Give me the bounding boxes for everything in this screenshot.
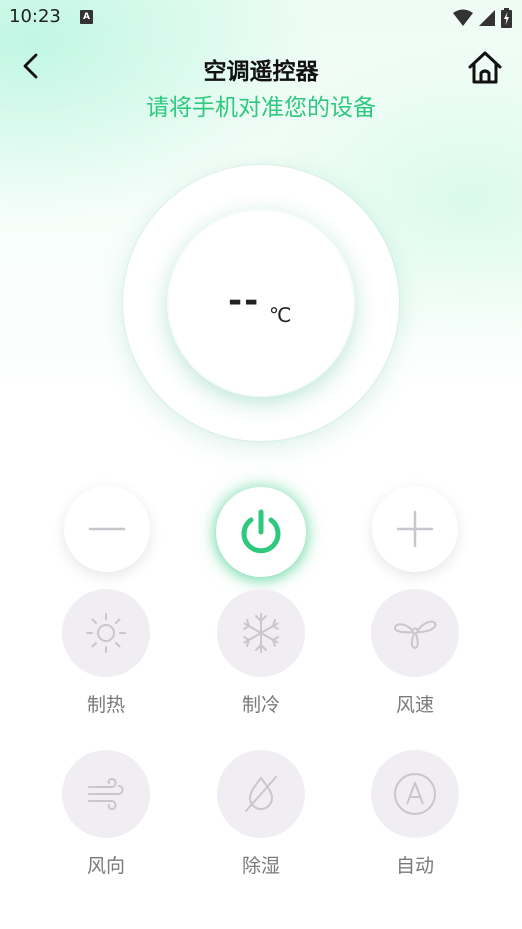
- decrease-temperature-button[interactable]: [64, 486, 150, 572]
- temperature-unit: ℃: [269, 303, 292, 327]
- battery-icon: [501, 8, 512, 28]
- page-subtitle: 请将手机对准您的设备: [146, 95, 376, 121]
- fan-icon: [393, 620, 437, 649]
- cool-mode-label: 制冷: [241, 694, 280, 716]
- home-button[interactable]: [465, 48, 505, 88]
- power-button[interactable]: [216, 487, 306, 577]
- increase-temperature-button[interactable]: [372, 486, 458, 572]
- page-title: 空调遥控器: [203, 59, 319, 85]
- dehumidify-label: 除湿: [241, 855, 280, 877]
- snowflake-icon: [243, 613, 279, 653]
- status-icons: [453, 8, 512, 28]
- auto-mode-label: 自动: [395, 855, 434, 877]
- cool-mode-button[interactable]: [217, 589, 305, 677]
- dehumidify-button[interactable]: [217, 750, 305, 838]
- home-icon: [468, 51, 502, 84]
- status-bar: 10:23 A: [0, 0, 522, 36]
- wind-icon: [88, 777, 124, 811]
- wind-direction-button[interactable]: [62, 750, 150, 838]
- power-icon: [241, 509, 281, 554]
- notification-a-icon: A: [80, 10, 93, 24]
- no-drop-icon: [245, 776, 277, 812]
- fan-speed-button[interactable]: [371, 589, 459, 677]
- temperature-display: [167, 209, 355, 397]
- temperature-value: --: [228, 281, 261, 321]
- wifi-icon: [453, 9, 473, 26]
- minus-icon: [88, 527, 126, 531]
- fan-speed-label: 风速: [395, 694, 434, 716]
- heat-mode-button[interactable]: [62, 589, 150, 677]
- auto-mode-button[interactable]: [371, 750, 459, 838]
- signal-icon: [479, 10, 495, 26]
- status-time: 10:23: [9, 6, 61, 27]
- plus-icon: [396, 510, 434, 548]
- wind-direction-label: 风向: [86, 855, 125, 877]
- sun-icon: [86, 613, 126, 653]
- heat-mode-label: 制热: [86, 694, 125, 716]
- auto-icon: [394, 773, 436, 815]
